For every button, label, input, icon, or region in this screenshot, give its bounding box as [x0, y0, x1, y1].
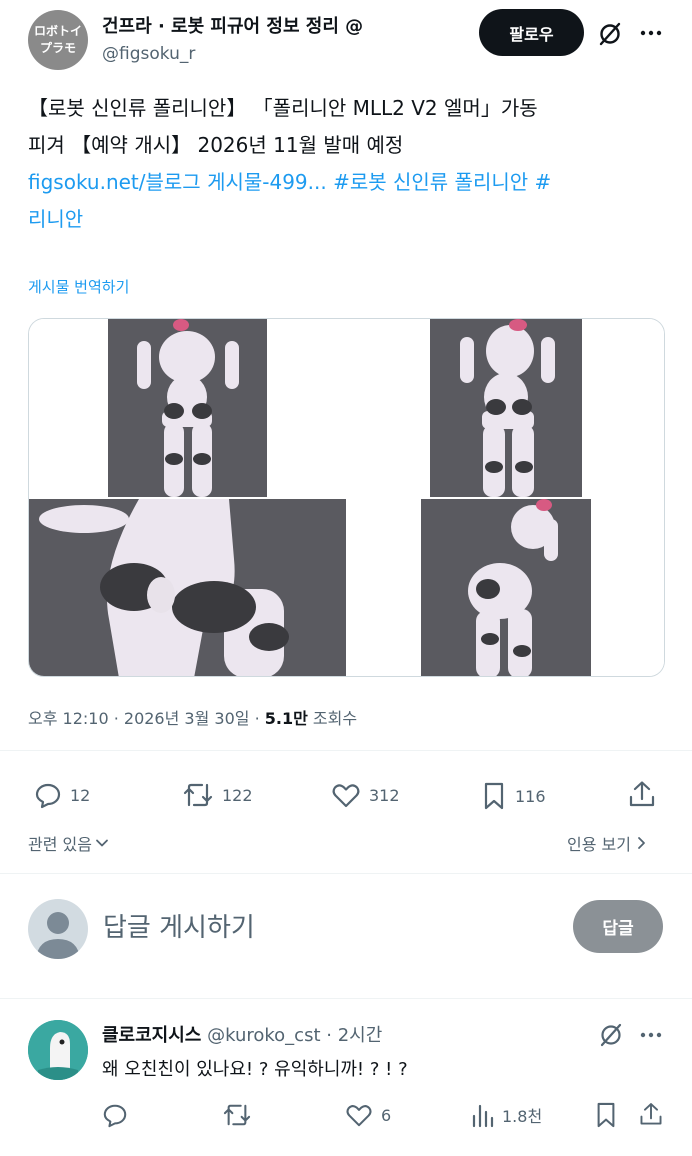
- reply-author-name[interactable]: 클로코지시스: [102, 1025, 201, 1046]
- views-count: 5.1만: [264, 709, 308, 728]
- media-image-3[interactable]: [29, 499, 346, 676]
- reply-count: 12: [70, 785, 91, 805]
- share-action[interactable]: [627, 779, 657, 809]
- tweet-hashtag-line[interactable]: 리니안: [28, 201, 668, 238]
- reply-time[interactable]: · 2시간: [321, 1025, 382, 1046]
- like-count: 312: [369, 785, 400, 805]
- divider: [0, 750, 692, 751]
- chevron-down-icon: [96, 839, 108, 847]
- divider: [0, 998, 692, 999]
- author-avatar[interactable]: ロボトイ プラモ: [28, 10, 88, 70]
- bookmark-icon: [597, 1102, 615, 1128]
- tweet-text: 【로봇 신인류 폴리니안】 「폴리니안 MLL2 V2 엘머」가동 피겨 【예약…: [28, 90, 668, 238]
- bookmark-count: 116: [515, 786, 546, 806]
- heart-icon: [346, 1105, 372, 1127]
- reply-icon: [35, 783, 61, 809]
- media-image-4[interactable]: [348, 499, 664, 676]
- reply-more-icon[interactable]: [637, 1020, 665, 1050]
- bookmark-action[interactable]: 116: [481, 781, 546, 811]
- author-handle[interactable]: @figsoku_r: [102, 44, 195, 64]
- more-options-icon[interactable]: [637, 18, 665, 48]
- media-grid: [28, 318, 665, 677]
- author-display-name[interactable]: 건프라 · 로봇 피규어 정보 정리 @: [102, 12, 363, 38]
- reply-like-count: 6: [381, 1105, 392, 1125]
- grok-icon[interactable]: [594, 18, 626, 50]
- tweet-meta: 오후 12:10 · 2026년 3월 30일 · 5.1만 조회수: [28, 705, 357, 729]
- tweet-line-2: 피겨 【예약 개시】 2026년 11월 발매 예정: [28, 133, 404, 157]
- reply-text: 왜 오친친이 있나요! ? 유익하니까! ? ! ?: [102, 1059, 408, 1080]
- current-user-avatar[interactable]: [28, 899, 88, 959]
- reply-icon: [103, 1104, 127, 1128]
- views-label: 조회수: [307, 709, 358, 728]
- reply-input[interactable]: 답글 게시하기: [103, 907, 255, 944]
- share-icon: [640, 1103, 662, 1125]
- heart-icon: [332, 784, 360, 808]
- divider: [0, 873, 692, 874]
- reply-submit-button[interactable]: 답글: [573, 900, 663, 953]
- reply-header: 클로코지시스 @kuroko_cst · 2시간: [102, 1021, 382, 1047]
- tweet-line-1: 【로봇 신인류 폴리니안】 「폴리니안 MLL2 V2 엘머」가동: [28, 96, 538, 120]
- reply-share-action[interactable]: [638, 1100, 664, 1128]
- quotes-label: 인용 보기: [567, 835, 631, 854]
- reply-grok-icon[interactable]: [596, 1020, 626, 1050]
- views-chart-icon: [472, 1104, 494, 1128]
- media-image-1[interactable]: [29, 319, 346, 497]
- avatar-text-top: ロボトイ: [33, 24, 82, 38]
- reply-bookmark-action[interactable]: [594, 1101, 618, 1129]
- tweet-timestamp[interactable]: 오후 12:10 · 2026년 3월 30일 ·: [28, 709, 265, 728]
- reply-author-handle[interactable]: @kuroko_cst: [207, 1025, 320, 1046]
- translate-post-link[interactable]: 게시물 번역하기: [28, 276, 129, 297]
- share-icon: [629, 781, 655, 807]
- repost-icon: [223, 1104, 251, 1126]
- view-quotes-link[interactable]: 인용 보기: [567, 831, 649, 855]
- related-label: 관련 있음: [28, 835, 92, 854]
- reply-reply-action[interactable]: [102, 1102, 128, 1128]
- repost-count: 122: [222, 785, 253, 805]
- repost-action[interactable]: 122: [182, 781, 253, 809]
- follow-button[interactable]: 팔로우: [479, 9, 584, 56]
- tweet-link-line[interactable]: figsoku.net/블로그 게시물-499... #로봇 신인류 폴리니안 …: [28, 164, 668, 201]
- like-action[interactable]: 312: [331, 781, 400, 809]
- reply-repost-action[interactable]: [222, 1102, 252, 1128]
- reply-action[interactable]: 12: [34, 781, 90, 809]
- media-image-2[interactable]: [348, 319, 664, 497]
- repost-icon: [183, 783, 213, 807]
- reply-views-count: 1.8천: [502, 1107, 543, 1126]
- bookmark-icon: [484, 782, 504, 810]
- reply-like-action[interactable]: 6: [345, 1102, 391, 1128]
- chevron-right-icon: [638, 837, 645, 849]
- related-toggle[interactable]: 관련 있음: [28, 831, 110, 855]
- reply-views-action[interactable]: 1.8천: [470, 1102, 542, 1128]
- reply-author-avatar[interactable]: [28, 1020, 88, 1080]
- avatar-text-bottom: プラモ: [39, 41, 76, 55]
